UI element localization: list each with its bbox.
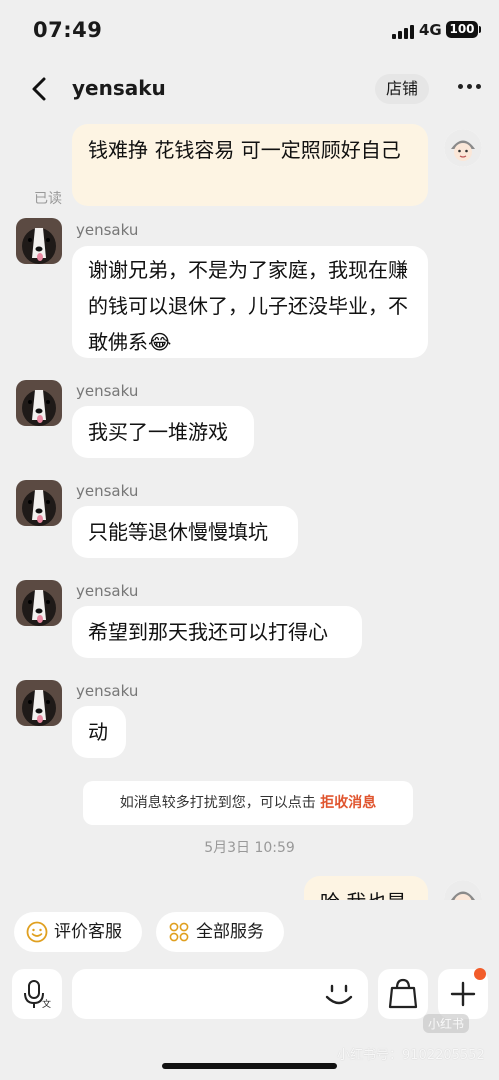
notification-dot — [474, 968, 486, 980]
sender-name: yensaku — [76, 682, 139, 700]
battery-icon: 100 — [446, 21, 481, 38]
contact-message-bubble[interactable]: 希望到那天我还可以打得心 — [72, 606, 362, 658]
all-services-button[interactable]: 全部服务 — [156, 912, 284, 952]
reject-messages-link[interactable]: 拒收消息 — [320, 795, 376, 811]
contact-avatar[interactable] — [16, 480, 62, 526]
contact-message-bubble[interactable]: 谢谢兄弟，不是为了家庭，我现在赚的钱可以退休了，儿子还没毕业，不敢佛系😂 — [72, 246, 428, 358]
my-message-text: 哈 我也是 — [320, 890, 406, 900]
network-type: 4G — [419, 21, 442, 39]
voice-button[interactable]: 文 — [12, 969, 62, 1019]
all-services-label: 全部服务 — [196, 922, 264, 942]
dog-avatar-image — [16, 218, 62, 264]
watermark-id: 小红书号：9102205552 — [337, 1048, 485, 1063]
message-text: 只能等退休慢慢填坑 — [88, 520, 268, 544]
my-avatar[interactable] — [444, 129, 482, 167]
status-time: 07:49 — [33, 18, 103, 42]
grid-icon — [169, 922, 189, 942]
contact-avatar[interactable] — [16, 218, 62, 264]
dog-avatar-image — [16, 580, 62, 626]
watermark-logo: 小红书 — [423, 1014, 470, 1033]
review-service-button[interactable]: 评价客服 — [14, 912, 142, 952]
quick-actions-bar: 评价客服 全部服务 — [0, 912, 499, 958]
my-avatar[interactable] — [444, 880, 482, 900]
chat-area[interactable]: 钱难挣 花钱容易 可一定照顾好自己 已读 yensaku 谢谢兄弟，不是为了家庭… — [0, 114, 499, 900]
sender-name: yensaku — [76, 582, 139, 600]
message-text: 谢谢兄弟，不是为了家庭，我现在赚的钱可以退休了，儿子还没毕业，不敢佛系😂 — [88, 258, 408, 354]
message-timestamp: 5月3日 10:59 — [204, 840, 295, 856]
dog-avatar-image — [16, 380, 62, 426]
my-message-bubble[interactable]: 钱难挣 花钱容易 可一定照顾好自己 — [72, 124, 428, 206]
sender-name: yensaku — [76, 221, 139, 239]
reject-messages-notice: 如消息较多打扰到您，可以点击 拒收消息 — [83, 781, 413, 825]
my-avatar-image — [444, 880, 482, 900]
my-avatar-image — [444, 129, 482, 167]
dog-avatar-image — [16, 680, 62, 726]
contact-avatar[interactable] — [16, 580, 62, 626]
svg-text:文: 文 — [42, 998, 51, 1010]
signal-icon — [392, 24, 414, 39]
shop-bag-button[interactable] — [378, 969, 428, 1019]
bag-icon — [388, 978, 418, 1009]
message-text: 希望到那天我还可以打得心 — [88, 620, 328, 644]
contact-message-bubble[interactable]: 动 — [72, 706, 126, 758]
status-bar: 07:49 4G 100 — [0, 0, 499, 64]
contact-message-bubble[interactable]: 只能等退休慢慢填坑 — [72, 506, 298, 558]
my-message-bubble[interactable]: 哈 我也是 — [304, 876, 428, 900]
chat-title: yensaku — [72, 76, 166, 100]
read-status: 已读 — [34, 191, 62, 207]
shop-button[interactable]: 店铺 — [375, 74, 429, 104]
nav-bar: yensaku 店铺 — [0, 64, 499, 114]
emoji-icon[interactable] — [322, 979, 356, 1011]
contact-message-bubble[interactable]: 我买了一堆游戏 — [72, 406, 254, 458]
home-indicator[interactable] — [162, 1063, 337, 1069]
sender-name: yensaku — [76, 382, 139, 400]
back-icon[interactable] — [27, 74, 55, 104]
contact-avatar[interactable] — [16, 380, 62, 426]
notice-text: 如消息较多打扰到您，可以点击 — [119, 795, 316, 811]
message-text: 动 — [88, 720, 108, 744]
dog-avatar-image — [16, 480, 62, 526]
my-message-text: 钱难挣 花钱容易 可一定照顾好自己 — [88, 138, 401, 162]
more-icon[interactable] — [456, 84, 484, 92]
contact-avatar[interactable] — [16, 680, 62, 726]
smile-icon — [26, 921, 48, 943]
review-service-label: 评价客服 — [54, 922, 122, 942]
voice-icon: 文 — [24, 980, 51, 1010]
sender-name: yensaku — [76, 482, 139, 500]
input-bar: 文 — [0, 965, 499, 1023]
message-text: 我买了一堆游戏 — [88, 420, 228, 444]
